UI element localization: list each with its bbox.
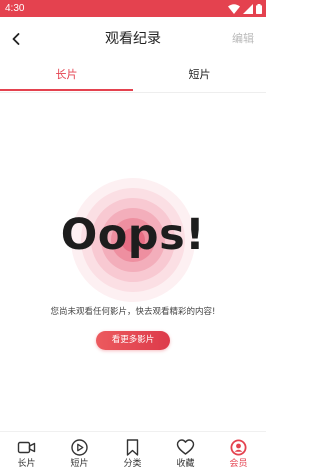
nav-label: 长片 <box>17 459 36 469</box>
active-tab-indicator <box>0 89 133 91</box>
tab-bar: 长片 短片 <box>0 63 266 93</box>
cellular-signal-icon <box>243 0 253 18</box>
empty-state-message: 您尚未观看任何影片，快去观看精彩的内容! <box>50 307 216 317</box>
divider <box>0 92 266 93</box>
nav-item-long-videos[interactable]: 长片 <box>0 432 53 473</box>
nav-item-short-videos[interactable]: 短片 <box>53 432 106 473</box>
nav-label: 短片 <box>70 459 89 469</box>
nav-item-membership[interactable]: 会员 <box>212 432 265 473</box>
browse-more-videos-button[interactable]: 看更多影片 <box>96 331 170 350</box>
empty-state-headline: Oops! <box>60 210 206 260</box>
edit-button[interactable]: 编辑 <box>232 31 254 47</box>
wifi-icon <box>228 0 240 18</box>
status-time: 4:30 <box>5 3 25 14</box>
nav-label: 分类 <box>123 459 142 469</box>
status-bar: 4:30 <box>0 0 266 17</box>
heart-icon <box>176 438 195 457</box>
video-camera-icon <box>17 438 36 457</box>
nav-label: 收藏 <box>176 459 195 469</box>
status-icons <box>228 3 262 14</box>
nav-label: 会员 <box>229 459 248 469</box>
bookmark-icon <box>123 438 142 457</box>
bottom-nav: 长片 短片 分类 收藏 会员 <box>0 431 266 473</box>
nav-item-categories[interactable]: 分类 <box>106 432 159 473</box>
tab-short-videos[interactable]: 短片 <box>133 63 266 93</box>
play-circle-icon <box>70 438 89 457</box>
user-profile-icon <box>229 438 248 457</box>
header: 观看纪录 编辑 <box>0 17 266 63</box>
battery-icon <box>256 0 262 18</box>
nav-item-favorites[interactable]: 收藏 <box>159 432 212 473</box>
page-title: 观看纪录 <box>105 31 161 47</box>
